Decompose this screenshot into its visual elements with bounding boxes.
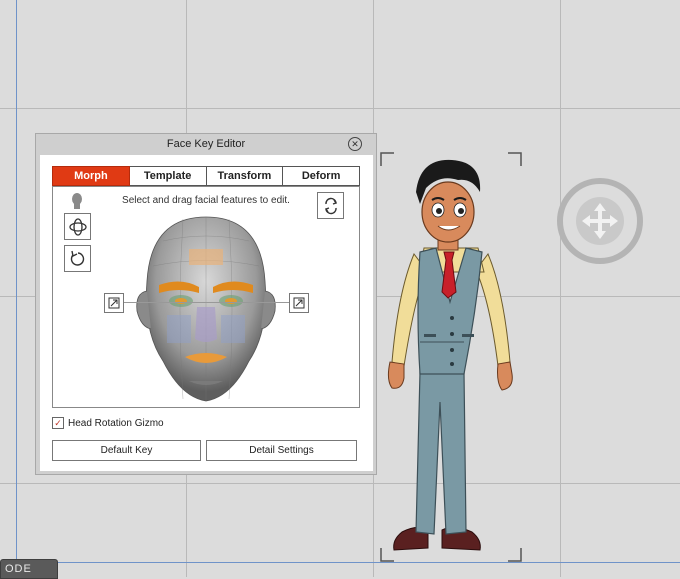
expand-icon xyxy=(108,297,120,309)
head-silhouette-icon xyxy=(72,193,82,209)
default-key-button[interactable]: Default Key xyxy=(52,440,201,461)
tab-template[interactable]: Template xyxy=(129,166,207,186)
detail-settings-button[interactable]: Detail Settings xyxy=(206,440,357,461)
face-key-editor-panel: Face Key Editor ✕ Morph Template Transfo… xyxy=(35,133,377,475)
head-rotation-gizmo-row[interactable]: ✓ Head Rotation Gizmo xyxy=(52,417,164,429)
tab-deform[interactable]: Deform xyxy=(283,166,360,186)
grid-line xyxy=(0,108,680,109)
left-ear-expand-button[interactable] xyxy=(104,293,124,313)
grid-line xyxy=(560,0,561,577)
character-figure[interactable] xyxy=(380,152,522,562)
mirror-button[interactable] xyxy=(317,192,344,219)
face-viewport[interactable]: Select and drag facial features to edit. xyxy=(52,186,360,408)
head-model-image[interactable] xyxy=(123,211,289,407)
move-gizmo-icon[interactable] xyxy=(557,178,643,264)
reset-icon xyxy=(70,250,84,266)
right-ear-expand-button[interactable] xyxy=(289,293,309,313)
axis-line-horizontal xyxy=(0,562,680,563)
tab-bar: Morph Template Transform Deform xyxy=(52,166,360,186)
ear-guide-line xyxy=(123,302,289,303)
tab-transform[interactable]: Transform xyxy=(206,166,284,186)
close-icon[interactable]: ✕ xyxy=(348,137,362,151)
tab-morph[interactable]: Morph xyxy=(52,166,130,186)
orbit-button[interactable] xyxy=(64,213,91,240)
grid-line xyxy=(0,483,680,484)
head-rotation-gizmo-label: Head Rotation Gizmo xyxy=(68,417,164,429)
reset-rotation-button[interactable] xyxy=(64,245,91,272)
orbit-icon xyxy=(68,217,87,236)
expand-icon xyxy=(293,297,305,309)
hint-text: Select and drag facial features to edit. xyxy=(122,195,290,206)
panel-title: Face Key Editor xyxy=(166,138,246,150)
axis-line-vertical xyxy=(16,0,17,577)
mode-tab[interactable]: ODE xyxy=(0,559,58,579)
refresh-icon xyxy=(324,197,337,214)
head-rotation-gizmo-checkbox[interactable]: ✓ xyxy=(52,417,64,429)
panel-body: Morph Template Transform Deform Select a… xyxy=(40,155,373,471)
